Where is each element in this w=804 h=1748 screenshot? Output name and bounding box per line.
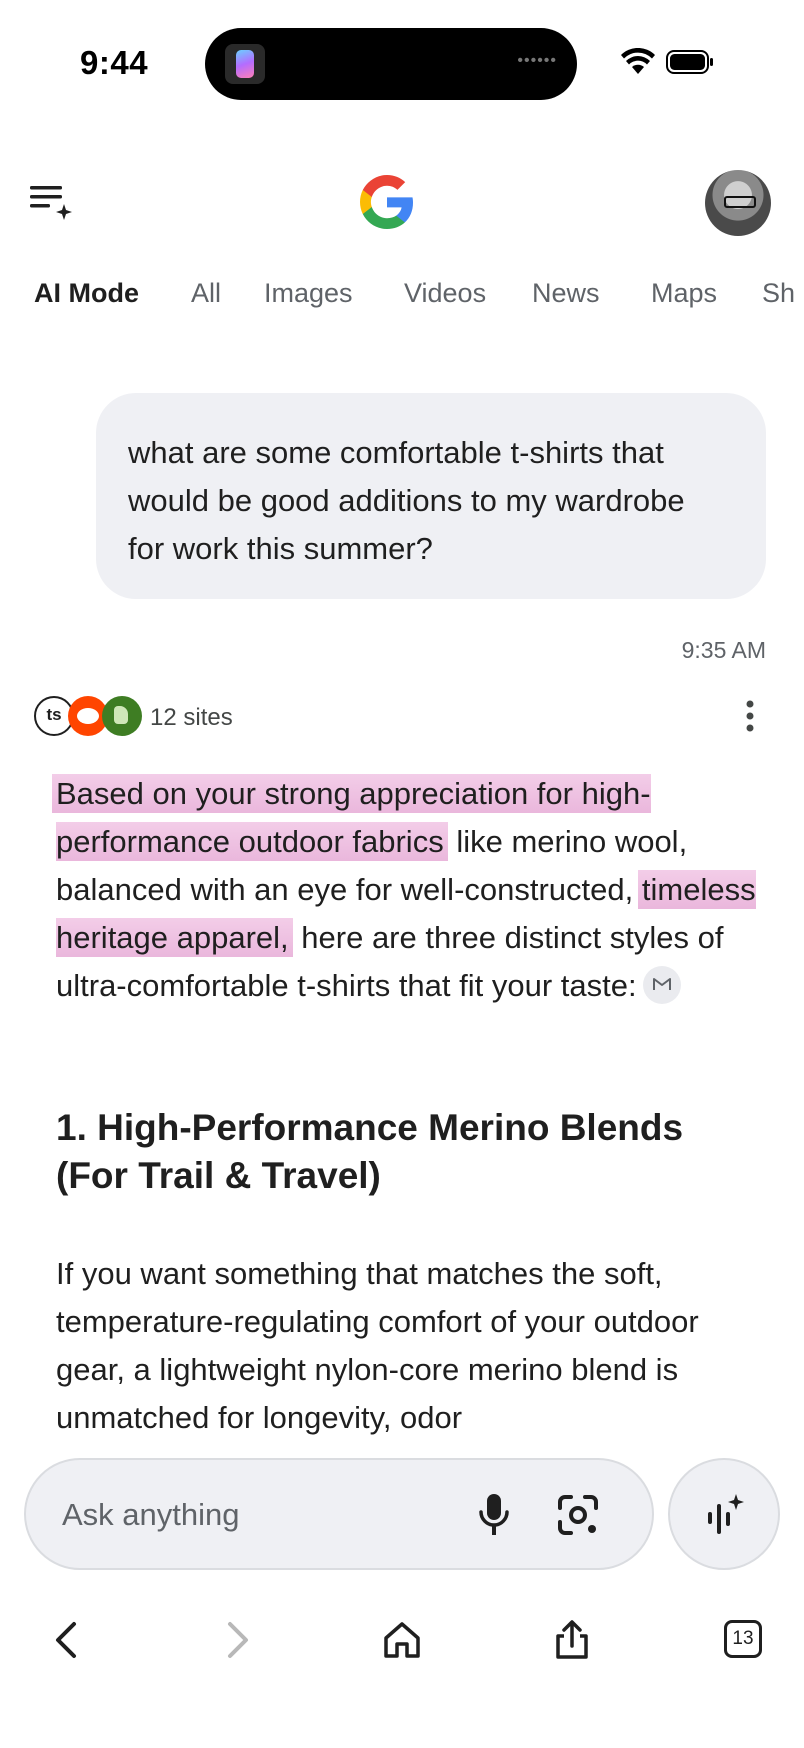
google-logo[interactable] [355, 170, 419, 234]
user-message-text: what are some comfortable t-shirts that … [128, 435, 685, 566]
share-button[interactable] [544, 1612, 600, 1668]
ask-composer [24, 1458, 654, 1570]
gmail-source-chip[interactable] [642, 965, 681, 1004]
sources-row[interactable]: ts 12 sites [34, 696, 774, 736]
tab-all[interactable]: All [191, 278, 221, 309]
island-dots-icon: •••••• [517, 52, 557, 69]
sites-count[interactable]: 12 sites [150, 704, 233, 732]
section-heading: 1. High-Performance Merino Blends (For T… [56, 1107, 684, 1196]
search-tabs: AI Mode All Images Videos News Maps Sh [0, 278, 804, 334]
share-icon [556, 1620, 588, 1659]
ai-answer-intro: Based on your strong appreciation for hi… [52, 770, 756, 1010]
account-avatar[interactable] [705, 170, 771, 236]
section-paragraph: If you want something that matches the s… [56, 1256, 699, 1435]
browser-toolbar: 13 [0, 1600, 804, 1680]
message-timestamp: 9:35 AM [681, 637, 766, 663]
dynamic-island: •••••• [205, 28, 577, 100]
chevron-right-icon [228, 1622, 248, 1658]
status-bar: 9:44 •••••• [0, 0, 804, 120]
tab-shopping[interactable]: Sh [762, 278, 795, 309]
header [0, 150, 804, 260]
sparkle-waveform-icon [708, 1494, 744, 1534]
more-options-icon[interactable] [738, 696, 762, 736]
tab-images[interactable]: Images [264, 278, 353, 309]
status-time: 9:44 [80, 44, 149, 81]
tab-news[interactable]: News [532, 278, 600, 309]
battery-icon [666, 50, 713, 74]
tab-maps[interactable]: Maps [651, 278, 717, 309]
chevron-left-icon [56, 1622, 76, 1658]
gmail-icon [652, 977, 671, 990]
history-menu-icon[interactable] [26, 178, 76, 222]
tab-videos[interactable]: Videos [404, 278, 486, 309]
home-icon [384, 1622, 420, 1658]
microphone-icon[interactable] [474, 1492, 514, 1538]
tab-ai-mode[interactable]: AI Mode [34, 278, 139, 309]
island-app-icon [225, 44, 265, 84]
user-message-bubble: what are some comfortable t-shirts that … [96, 393, 766, 599]
thumbs-up-icon [102, 696, 142, 736]
wifi-icon [621, 48, 655, 74]
forward-button[interactable] [208, 1612, 264, 1668]
tabs-button[interactable]: 13 [716, 1612, 772, 1668]
ask-input[interactable] [62, 1490, 442, 1540]
home-button[interactable] [374, 1612, 430, 1668]
back-button[interactable] [40, 1612, 96, 1668]
tab-count: 13 [724, 1620, 762, 1658]
live-voice-button[interactable] [668, 1458, 780, 1570]
camera-lens-icon[interactable] [556, 1494, 600, 1536]
